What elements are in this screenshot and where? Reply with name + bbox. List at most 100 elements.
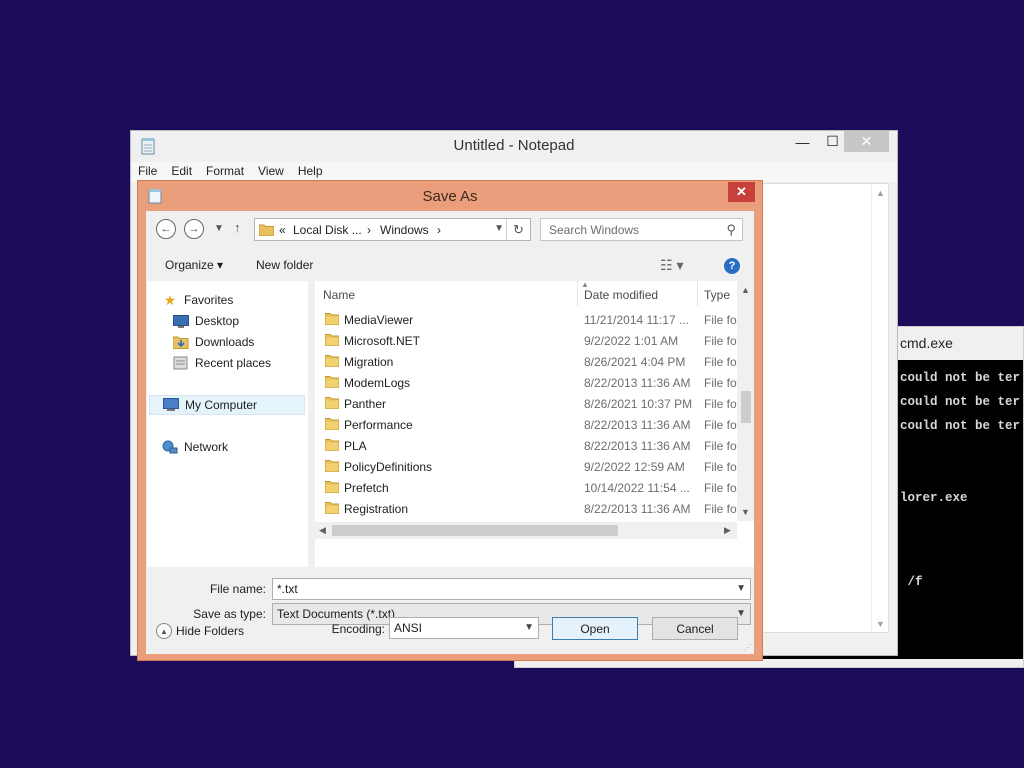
file-row[interactable]: PLA 8/22/2013 11:36 AM File fol: [315, 435, 737, 456]
file-row[interactable]: Prefetch 10/14/2022 11:54 ... File fol: [315, 477, 737, 498]
notepad-scrollbar[interactable]: ▲ ▼: [871, 184, 888, 632]
file-date-modified: 8/22/2013 11:36 AM: [584, 502, 691, 516]
column-header-name[interactable]: Name: [323, 281, 355, 306]
chevron-down-icon[interactable]: ▼: [494, 223, 504, 234]
sidebar-item-downloads[interactable]: Downloads: [173, 332, 329, 352]
column-header-type[interactable]: Type: [704, 281, 730, 306]
file-name: Performance: [344, 418, 413, 432]
change-view-icon[interactable]: ☷ ▾: [660, 257, 683, 274]
file-row[interactable]: Panther 8/26/2021 10:37 PM File fol: [315, 393, 737, 414]
cmd-title: cmd.exe: [900, 335, 953, 351]
file-name-field[interactable]: *.txt ▼: [272, 578, 751, 600]
recent-locations-icon[interactable]: ▼: [214, 223, 224, 234]
menu-help[interactable]: Help: [291, 162, 330, 182]
file-row[interactable]: ModemLogs 8/22/2013 11:36 AM File fol: [315, 372, 737, 393]
forward-icon[interactable]: →: [184, 219, 204, 239]
notepad-titlebar[interactable]: Untitled - Notepad — ☐ ✕: [131, 131, 897, 161]
file-date-modified: 8/26/2021 4:04 PM: [584, 355, 686, 369]
column-header-date-modified[interactable]: Date modified: [584, 281, 658, 306]
dialog-toolbar: Organize ▾ New folder ☷ ▾ ?: [146, 250, 754, 280]
sidebar-item-favorites[interactable]: ★ Favorites: [162, 290, 318, 310]
maximize-button[interactable]: ☐: [819, 131, 846, 152]
sidebar-item-network[interactable]: Network: [162, 437, 318, 457]
chevron-down-icon[interactable]: ▼: [736, 583, 746, 594]
computer-icon: [163, 398, 179, 412]
column-divider[interactable]: [577, 281, 578, 306]
file-row[interactable]: Migration 8/26/2021 4:04 PM File fol: [315, 351, 737, 372]
file-row[interactable]: Performance 8/22/2013 11:36 AM File fol: [315, 414, 737, 435]
scroll-down-icon[interactable]: ▼: [741, 507, 750, 517]
help-icon[interactable]: ?: [724, 258, 740, 274]
sidebar-item-desktop[interactable]: Desktop: [173, 311, 329, 331]
file-list[interactable]: ▲ Name Date modified Type MediaViewer 11/…: [315, 280, 754, 567]
scroll-up-icon[interactable]: ▲: [741, 285, 750, 295]
search-input[interactable]: Search Windows ⚲: [540, 218, 743, 241]
breadcrumb-separator[interactable]: ›: [437, 223, 441, 237]
cancel-button[interactable]: Cancel: [652, 617, 738, 640]
scrollbar-thumb[interactable]: [332, 525, 618, 536]
file-type: File fol: [704, 334, 737, 348]
sidebar-item-my-computer[interactable]: My Computer: [149, 395, 305, 415]
file-row[interactable]: MediaViewer 11/21/2014 11:17 ... File fol: [315, 309, 737, 330]
organize-button[interactable]: Organize ▾: [165, 258, 223, 272]
open-button[interactable]: Open: [552, 617, 638, 640]
file-list-horizontal-scrollbar[interactable]: ◀ ▶: [315, 522, 737, 539]
file-date-modified: 8/22/2013 11:36 AM: [584, 439, 691, 453]
minimize-button[interactable]: —: [789, 131, 816, 152]
resize-grip-icon[interactable]: ⋰: [744, 643, 752, 652]
recent-places-icon: [173, 356, 189, 370]
file-row[interactable]: PolicyDefinitions 9/2/2022 12:59 AM File f…: [315, 456, 737, 477]
file-date-modified: 8/26/2021 10:37 PM: [584, 397, 693, 411]
menu-file[interactable]: File: [131, 162, 164, 182]
scrollbar-thumb[interactable]: [741, 391, 751, 423]
menu-format[interactable]: Format: [199, 162, 251, 182]
chevron-down-icon[interactable]: ▼: [524, 622, 534, 633]
back-icon[interactable]: ←: [156, 219, 176, 239]
network-icon: [162, 440, 178, 454]
file-name: ModemLogs: [344, 376, 411, 390]
file-row[interactable]: Registration 8/22/2013 11:36 AM File fol: [315, 498, 737, 519]
up-icon[interactable]: ↑: [234, 220, 241, 235]
column-divider[interactable]: [697, 281, 698, 306]
scroll-up-icon[interactable]: ▲: [872, 184, 889, 201]
sidebar-item-recent-places[interactable]: Recent places: [173, 353, 329, 373]
file-type: File fol: [704, 418, 737, 432]
refresh-icon[interactable]: ↻: [506, 219, 530, 240]
file-name: Migration: [344, 355, 394, 369]
menu-view[interactable]: View: [251, 162, 291, 182]
address-bar[interactable]: « Local Disk ... › Windows › ▼ ↻: [254, 218, 531, 241]
save-as-type-value: Text Documents (*.txt): [277, 607, 396, 621]
file-row[interactable]: Microsoft.NET 9/2/2022 1:01 AM File fol: [315, 330, 737, 351]
encoding-value: ANSI: [394, 621, 423, 635]
file-type: File fol: [704, 481, 737, 495]
file-name: Microsoft.NET: [344, 334, 421, 348]
breadcrumb-local-disk[interactable]: Local Disk ...: [293, 223, 362, 237]
hide-folders-button[interactable]: ▲ Hide Folders: [156, 623, 244, 639]
breadcrumb-windows[interactable]: Windows: [380, 223, 429, 237]
scroll-right-icon[interactable]: ▶: [724, 525, 731, 536]
new-folder-button[interactable]: New folder: [256, 258, 313, 272]
file-type: File fol: [704, 439, 737, 453]
encoding-select[interactable]: ANSI ▼: [389, 617, 539, 639]
folder-icon: [325, 376, 339, 388]
search-icon[interactable]: ⚲: [726, 222, 736, 238]
breadcrumb-chevrons[interactable]: «: [279, 223, 286, 237]
folder-icon: [325, 502, 339, 514]
cmd-line: lorer.exe: [900, 491, 968, 505]
breadcrumb-separator[interactable]: ›: [367, 223, 371, 237]
scroll-left-icon[interactable]: ◀: [319, 525, 326, 536]
close-button[interactable]: ✕: [844, 131, 889, 152]
save-as-dialog[interactable]: Save As ✕ ← → ▼ ↑ « Local Disk ... › Win…: [137, 180, 763, 661]
cmd-line: could not be ter: [900, 371, 1021, 385]
hide-folders-label: Hide Folders: [176, 624, 245, 638]
sidebar-item-label: Network: [184, 440, 229, 454]
dialog-title: Save As: [422, 188, 478, 205]
notepad-title: Untitled - Notepad: [453, 137, 575, 154]
dialog-close-button[interactable]: ✕: [728, 182, 755, 202]
file-list-vertical-scrollbar[interactable]: ▲ ▼: [737, 281, 754, 521]
scroll-down-icon[interactable]: ▼: [872, 615, 889, 632]
menu-edit[interactable]: Edit: [164, 162, 199, 182]
folder-icon: [325, 397, 339, 409]
file-name: Registration: [344, 502, 409, 516]
file-name-label: File name:: [209, 582, 266, 596]
